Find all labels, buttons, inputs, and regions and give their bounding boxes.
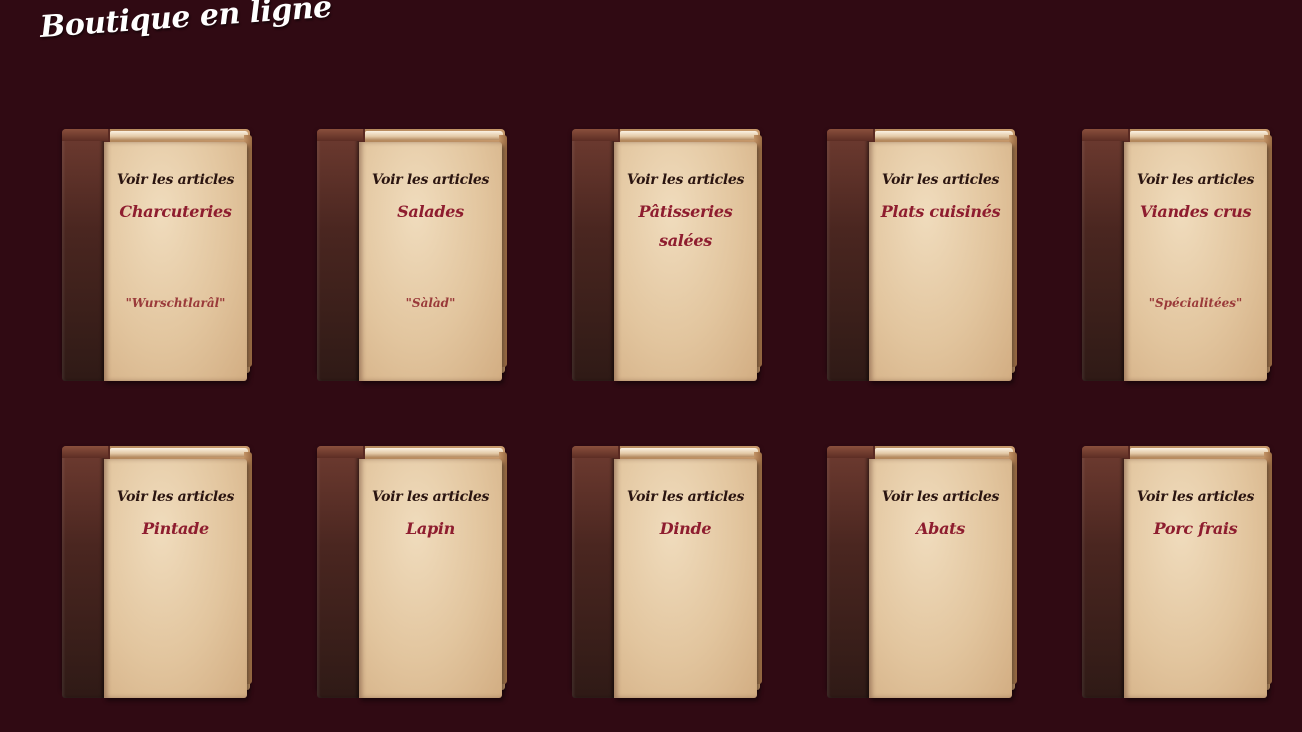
book-cover: Voir les articles Dinde <box>614 459 757 698</box>
book-porc-frais[interactable]: Voir les articles Porc frais <box>1082 446 1272 701</box>
book-spine-top <box>827 129 873 141</box>
book-pintade[interactable]: Voir les articles Pintade <box>62 446 252 701</box>
book-label[interactable]: Voir les articles <box>359 172 502 188</box>
book-plats-cuisines[interactable]: Voir les articles Plats cuisinés <box>827 129 1017 384</box>
book-abats[interactable]: Voir les articles Abats <box>827 446 1017 701</box>
book-cover: Voir les articles Abats <box>869 459 1012 698</box>
page-title: Boutique en ligne <box>38 0 333 45</box>
book-spine <box>317 446 359 698</box>
book-pages-edge <box>365 448 503 457</box>
book-spine <box>827 446 869 698</box>
book-lapin[interactable]: Voir les articles Lapin <box>317 446 507 701</box>
book-spine <box>1082 446 1124 698</box>
book-spine <box>62 446 104 698</box>
book-cover: Voir les articles Pintade <box>104 459 247 698</box>
book-spine-top <box>62 129 108 141</box>
book-cover: Voir les articles Lapin <box>359 459 502 698</box>
book-category[interactable]: Pintade <box>112 514 239 543</box>
book-charcuteries[interactable]: Voir les articles Charcuteries "Wurschtl… <box>62 129 252 384</box>
book-nickname: "Sàlàd" <box>405 296 456 310</box>
book-category[interactable]: Viandes crus <box>1132 197 1259 226</box>
book-patisseries-salees[interactable]: Voir les articles Pâtisseries salées <box>572 129 762 384</box>
book-salades[interactable]: Voir les articles Salades "Sàlàd" <box>317 129 507 384</box>
book-label[interactable]: Voir les articles <box>1124 489 1267 505</box>
book-label[interactable]: Voir les articles <box>359 489 502 505</box>
book-spine-top <box>827 446 873 458</box>
book-pages-edge <box>620 131 758 140</box>
book-cover: Voir les articles Porc frais <box>1124 459 1267 698</box>
book-category[interactable]: Pâtisseries salées <box>622 197 749 255</box>
book-nickname: "Spécialitées" <box>1148 296 1243 310</box>
book-spine <box>572 129 614 381</box>
book-cover: Voir les articles Viandes crus "Spéciali… <box>1124 142 1267 381</box>
book-spine-top <box>572 446 618 458</box>
book-spine-top <box>572 129 618 141</box>
book-cover: Voir les articles Pâtisseries salées <box>614 142 757 381</box>
book-category[interactable]: Porc frais <box>1132 514 1259 543</box>
book-label[interactable]: Voir les articles <box>869 172 1012 188</box>
book-viandes-crus[interactable]: Voir les articles Viandes crus "Spéciali… <box>1082 129 1272 384</box>
book-label[interactable]: Voir les articles <box>614 172 757 188</box>
book-pages-edge <box>1130 448 1268 457</box>
book-category[interactable]: Charcuteries <box>112 197 239 226</box>
book-spine <box>572 446 614 698</box>
book-spine-top <box>1082 129 1128 141</box>
book-pages-edge <box>1130 131 1268 140</box>
book-category[interactable]: Abats <box>877 514 1004 543</box>
book-cover: Voir les articles Charcuteries "Wurschtl… <box>104 142 247 381</box>
book-spine-top <box>62 446 108 458</box>
book-pages-edge <box>875 448 1013 457</box>
book-pages-edge <box>365 131 503 140</box>
book-label[interactable]: Voir les articles <box>869 489 1012 505</box>
book-label[interactable]: Voir les articles <box>614 489 757 505</box>
book-nickname: "Wurschtlarâl" <box>125 296 226 310</box>
book-label[interactable]: Voir les articles <box>104 489 247 505</box>
book-cover: Voir les articles Salades "Sàlàd" <box>359 142 502 381</box>
book-dinde[interactable]: Voir les articles Dinde <box>572 446 762 701</box>
book-spine <box>62 129 104 381</box>
book-category[interactable]: Lapin <box>367 514 494 543</box>
book-spine <box>317 129 359 381</box>
book-spine-top <box>317 129 363 141</box>
book-cover: Voir les articles Plats cuisinés <box>869 142 1012 381</box>
book-category[interactable]: Salades <box>367 197 494 226</box>
book-spine-top <box>317 446 363 458</box>
book-label[interactable]: Voir les articles <box>1124 172 1267 188</box>
book-label[interactable]: Voir les articles <box>104 172 247 188</box>
book-category[interactable]: Dinde <box>622 514 749 543</box>
book-pages-edge <box>110 448 248 457</box>
book-spine <box>1082 129 1124 381</box>
book-pages-edge <box>620 448 758 457</box>
book-category[interactable]: Plats cuisinés <box>877 197 1004 226</box>
book-pages-edge <box>110 131 248 140</box>
book-pages-edge <box>875 131 1013 140</box>
book-spine <box>827 129 869 381</box>
book-spine-top <box>1082 446 1128 458</box>
